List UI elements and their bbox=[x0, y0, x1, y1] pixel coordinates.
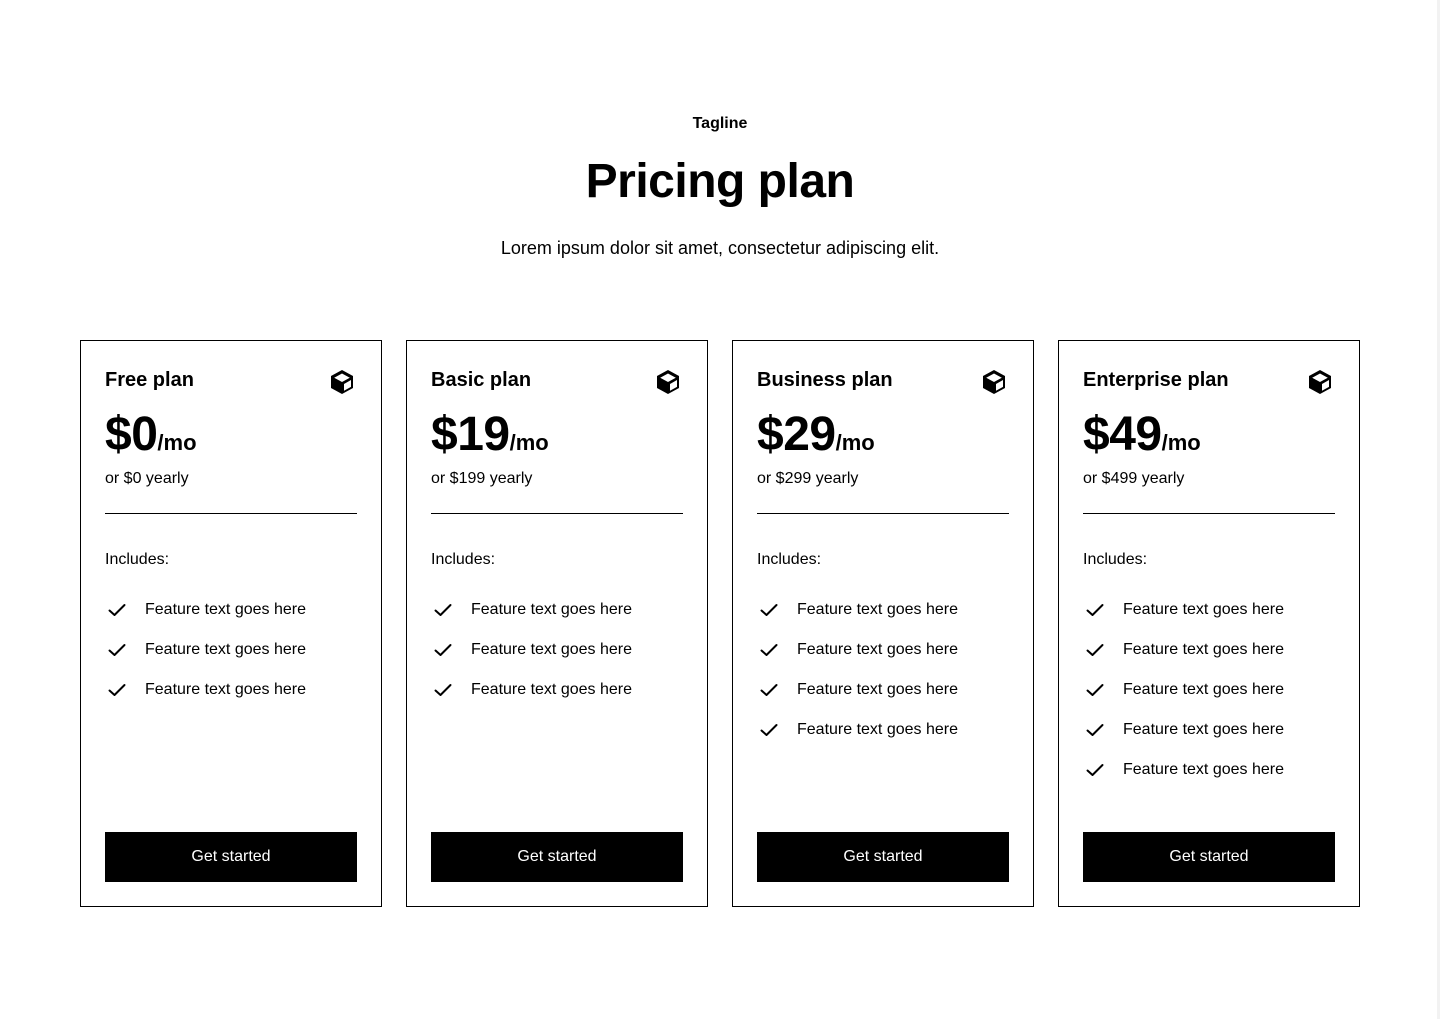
feature-text: Feature text goes here bbox=[1123, 601, 1284, 618]
check-icon bbox=[1083, 638, 1107, 662]
feature-list: Feature text goes here Feature text goes … bbox=[757, 590, 1009, 750]
check-icon bbox=[431, 598, 455, 622]
feature-item: Feature text goes here bbox=[105, 630, 357, 670]
price-row: $0 /mo bbox=[105, 407, 357, 463]
check-icon bbox=[1083, 678, 1107, 702]
feature-item: Feature text goes here bbox=[757, 590, 1009, 630]
feature-list: Feature text goes here Feature text goes … bbox=[431, 590, 683, 710]
price-row: $19 /mo bbox=[431, 407, 683, 463]
plan-price: $0 bbox=[105, 408, 158, 461]
pricing-card-2: Basic plan $19 /mo or $199 yearly Includ… bbox=[406, 340, 708, 907]
check-icon bbox=[431, 638, 455, 662]
price-period: /mo bbox=[835, 430, 875, 455]
feature-text: Feature text goes here bbox=[1123, 761, 1284, 778]
includes-label: Includes: bbox=[105, 551, 170, 568]
get-started-button[interactable]: Get started bbox=[105, 832, 357, 882]
yearly-price: or $299 yearly bbox=[757, 470, 859, 487]
includes-label: Includes: bbox=[431, 551, 496, 568]
divider bbox=[105, 513, 357, 514]
tagline: Tagline bbox=[692, 115, 748, 132]
feature-text: Feature text goes here bbox=[1123, 641, 1284, 658]
check-icon bbox=[105, 638, 129, 662]
check-icon bbox=[1083, 758, 1107, 782]
feature-text: Feature text goes here bbox=[1123, 681, 1284, 698]
plan-price: $19 bbox=[431, 408, 510, 461]
feature-item: Feature text goes here bbox=[105, 590, 357, 630]
feature-text: Feature text goes here bbox=[471, 601, 632, 618]
cube-icon bbox=[979, 367, 1009, 397]
cube-icon bbox=[653, 367, 683, 397]
feature-text: Feature text goes here bbox=[1123, 721, 1284, 738]
includes-label: Includes: bbox=[1083, 551, 1148, 568]
check-icon bbox=[1083, 598, 1107, 622]
pricing-card-3: Business plan $29 /mo or $299 yearly Inc… bbox=[732, 340, 1034, 907]
yearly-price: or $199 yearly bbox=[431, 470, 533, 487]
feature-item: Feature text goes here bbox=[431, 630, 683, 670]
price-period: /mo bbox=[1161, 430, 1201, 455]
feature-text: Feature text goes here bbox=[797, 601, 958, 618]
page-title: Pricing plan bbox=[585, 155, 855, 208]
check-icon bbox=[757, 678, 781, 702]
feature-list: Feature text goes here Feature text goes … bbox=[1083, 590, 1335, 790]
feature-item: Feature text goes here bbox=[1083, 710, 1335, 750]
plan-name: Business plan bbox=[757, 369, 893, 391]
check-icon bbox=[757, 718, 781, 742]
price-period: /mo bbox=[509, 430, 549, 455]
yearly-price: or $0 yearly bbox=[105, 470, 189, 487]
check-icon bbox=[757, 638, 781, 662]
plan-name: Enterprise plan bbox=[1083, 369, 1229, 391]
check-icon bbox=[105, 678, 129, 702]
feature-text: Feature text goes here bbox=[471, 681, 632, 698]
check-icon bbox=[105, 598, 129, 622]
card-header: Free plan bbox=[105, 365, 357, 395]
feature-text: Feature text goes here bbox=[145, 641, 306, 658]
get-started-button[interactable]: Get started bbox=[431, 832, 683, 882]
plan-name: Basic plan bbox=[431, 369, 532, 391]
feature-text: Feature text goes here bbox=[471, 641, 632, 658]
plan-price: $29 bbox=[757, 408, 836, 461]
feature-text: Feature text goes here bbox=[797, 681, 958, 698]
feature-item: Feature text goes here bbox=[431, 670, 683, 710]
pricing-header: Tagline Pricing plan Lorem ipsum dolor s… bbox=[0, 114, 1440, 260]
feature-item: Feature text goes here bbox=[1083, 630, 1335, 670]
pricing-card-4: Enterprise plan $49 /mo or $499 yearly I… bbox=[1058, 340, 1360, 907]
feature-text: Feature text goes here bbox=[145, 601, 306, 618]
check-icon bbox=[757, 598, 781, 622]
card-header: Business plan bbox=[757, 365, 1009, 395]
divider bbox=[431, 513, 683, 514]
cube-icon bbox=[1305, 367, 1335, 397]
feature-item: Feature text goes here bbox=[105, 670, 357, 710]
feature-text: Feature text goes here bbox=[797, 721, 958, 738]
pricing-cards: Free plan $0 /mo or $0 yearly Includes: … bbox=[80, 340, 1360, 907]
price-row: $49 /mo bbox=[1083, 407, 1335, 463]
feature-item: Feature text goes here bbox=[757, 670, 1009, 710]
plan-price: $49 bbox=[1083, 408, 1162, 461]
get-started-button[interactable]: Get started bbox=[1083, 832, 1335, 882]
feature-item: Feature text goes here bbox=[1083, 750, 1335, 790]
card-header: Basic plan bbox=[431, 365, 683, 395]
pricing-card-1: Free plan $0 /mo or $0 yearly Includes: … bbox=[80, 340, 382, 907]
feature-item: Feature text goes here bbox=[431, 590, 683, 630]
page-subtitle: Lorem ipsum dolor sit amet, consectetur … bbox=[500, 238, 940, 258]
feature-item: Feature text goes here bbox=[757, 630, 1009, 670]
feature-text: Feature text goes here bbox=[797, 641, 958, 658]
feature-item: Feature text goes here bbox=[1083, 590, 1335, 630]
feature-list: Feature text goes here Feature text goes … bbox=[105, 590, 357, 710]
feature-item: Feature text goes here bbox=[757, 710, 1009, 750]
pricing-page: Tagline Pricing plan Lorem ipsum dolor s… bbox=[0, 0, 1440, 1019]
divider bbox=[757, 513, 1009, 514]
yearly-price: or $499 yearly bbox=[1083, 470, 1185, 487]
card-header: Enterprise plan bbox=[1083, 365, 1335, 395]
get-started-button[interactable]: Get started bbox=[757, 832, 1009, 882]
price-row: $29 /mo bbox=[757, 407, 1009, 463]
cube-icon bbox=[327, 367, 357, 397]
check-icon bbox=[431, 678, 455, 702]
plan-name: Free plan bbox=[105, 369, 194, 391]
feature-item: Feature text goes here bbox=[1083, 670, 1335, 710]
includes-label: Includes: bbox=[757, 551, 822, 568]
price-period: /mo bbox=[157, 430, 197, 455]
feature-text: Feature text goes here bbox=[145, 681, 306, 698]
check-icon bbox=[1083, 718, 1107, 742]
divider bbox=[1083, 513, 1335, 514]
